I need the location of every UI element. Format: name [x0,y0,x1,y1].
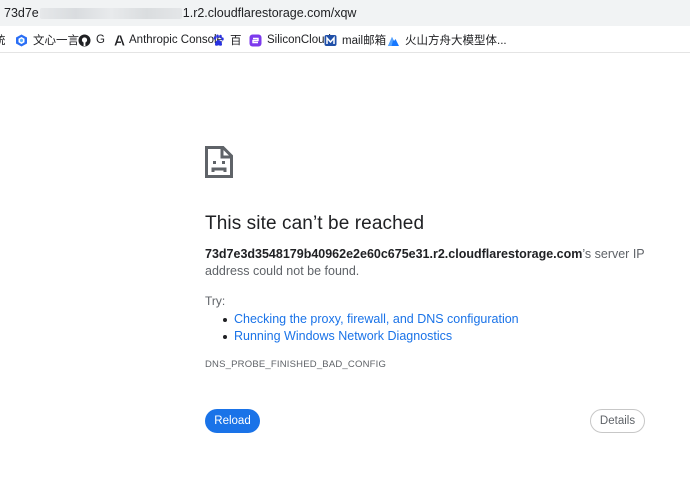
suggestion-network-diagnostics-link[interactable]: Running Windows Network Diagnostics [221,328,519,345]
url-start: 73d7e [4,6,39,20]
bookmarks-bar: 统 文心一言 G Anthropic Console 百 SiliconClou… [0,26,690,53]
mail-icon [324,34,337,47]
try-label: Try: [205,294,226,308]
bookmark-label: mail邮箱 [342,35,387,47]
bookmark-label: 统 [0,32,6,48]
bookmark-label: SiliconCloud [267,34,331,46]
bookmark-anthropic[interactable]: Anthropic Console [114,32,223,48]
github-icon [78,34,91,47]
url-redacted-segment [39,7,182,19]
error-host: 73d7e3d3548179b40962e2e60c675e31.r2.clou… [205,247,583,261]
sad-page-icon [205,146,233,178]
bookmark-siliconcloud[interactable]: SiliconCloud [249,32,331,48]
bookmark-label: 百 [230,35,242,47]
details-button[interactable]: Details [590,409,645,433]
url-text[interactable]: 73d7e 1.r2.cloudflarestorage.com/xqw [4,6,356,20]
url-end: 1.r2.cloudflarestorage.com/xqw [182,6,357,20]
error-title: This site can’t be reached [205,213,425,234]
bookmark-mail[interactable]: mail邮箱 [324,32,386,48]
bookmark-label: 火山方舟大模型体... [405,35,507,47]
bookmark-baidu[interactable]: 百 [212,32,242,48]
error-code: DNS_PROBE_FINISHED_BAD_CONFIG [205,359,387,370]
bookmark-partial[interactable]: 统 [0,32,6,48]
suggestion-check-proxy-link[interactable]: Checking the proxy, firewall, and DNS co… [221,311,519,328]
wenxin-icon [15,34,28,47]
anthropic-icon [114,34,125,47]
baidu-paw-icon [212,34,225,47]
siliconcloud-icon [249,34,262,47]
bookmark-wenxin[interactable]: 文心一言 [15,32,79,48]
suggestions-list: Checking the proxy, firewall, and DNS co… [221,311,519,345]
bookmark-label: Anthropic Console [129,34,223,46]
bookmark-label: G [96,34,105,46]
reload-button[interactable]: Reload [205,409,260,433]
volcano-icon [387,34,400,47]
bookmark-github[interactable]: G [78,32,105,48]
error-description: 73d7e3d3548179b40962e2e60c675e31.r2.clou… [205,246,645,280]
bookmark-volcano[interactable]: 火山方舟大模型体... [387,32,507,48]
address-bar[interactable]: 73d7e 1.r2.cloudflarestorage.com/xqw [0,0,690,26]
bookmark-label: 文心一言 [33,35,79,47]
